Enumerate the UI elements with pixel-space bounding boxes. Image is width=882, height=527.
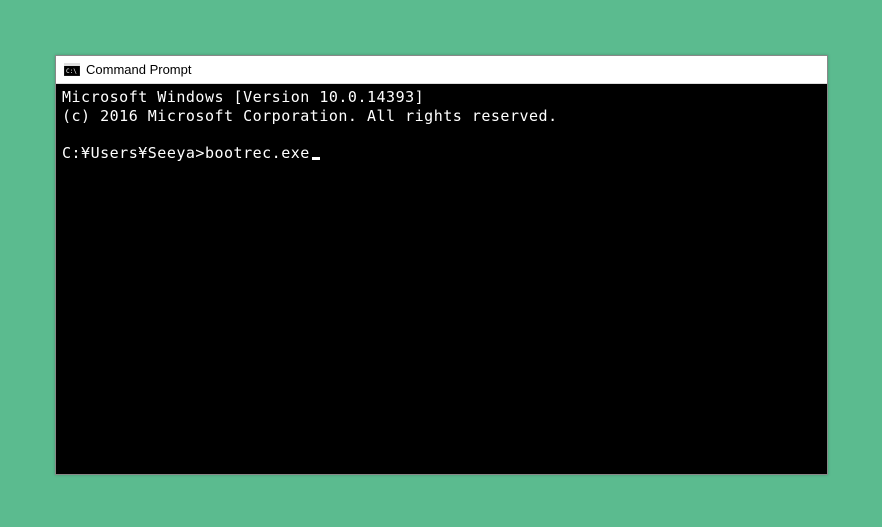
command-input[interactable]: bootrec.exe [205,144,310,163]
prompt-path: C:¥Users¥Seeya> [62,144,205,163]
cursor [312,157,320,160]
title-bar[interactable]: C:\ Command Prompt [56,56,827,84]
cmd-icon: C:\ [64,63,80,77]
blank-line [62,126,821,144]
command-prompt-window: C:\ Command Prompt Microsoft Windows [Ve… [55,55,828,475]
prompt-line: C:¥Users¥Seeya>bootrec.exe [62,144,821,163]
terminal-line-copyright: (c) 2016 Microsoft Corporation. All righ… [62,107,821,126]
svg-text:C:\: C:\ [66,68,77,75]
window-title: Command Prompt [86,62,191,77]
terminal-output[interactable]: Microsoft Windows [Version 10.0.14393](c… [56,84,827,474]
terminal-line-version: Microsoft Windows [Version 10.0.14393] [62,88,821,107]
